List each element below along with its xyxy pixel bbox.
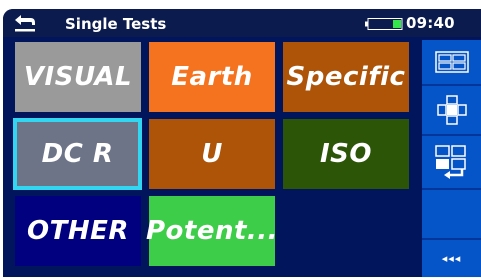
- tile-label: Potent...: [145, 216, 279, 246]
- tile-potential[interactable]: Potent...: [145, 196, 279, 266]
- cross-select-icon: [436, 95, 467, 125]
- tile-u[interactable]: U: [149, 119, 275, 189]
- tile-label: U: [201, 139, 223, 169]
- more-button[interactable]: ◂◂◂: [422, 240, 481, 277]
- more-icon: ◂◂◂: [441, 252, 462, 265]
- tile-label: ISO: [319, 139, 372, 169]
- cross-select-button[interactable]: [422, 86, 481, 134]
- side-panel: ◂◂◂: [422, 40, 481, 277]
- tile-label: DC R: [41, 139, 114, 169]
- tile-visual[interactable]: VISUAL: [15, 42, 141, 112]
- tile-iso[interactable]: ISO: [283, 119, 409, 189]
- back-arrow-icon[interactable]: [13, 13, 37, 33]
- header-bar: Single Tests 09:40: [3, 9, 481, 37]
- divider: [422, 188, 481, 190]
- swap-view-icon: [434, 145, 466, 179]
- tile-label: OTHER: [27, 216, 129, 246]
- device-frame: Single Tests 09:40 VISUAL Earth Specific…: [0, 0, 481, 278]
- tile-earth[interactable]: Earth: [149, 42, 275, 112]
- tile-label: Earth: [171, 62, 253, 92]
- screen: Single Tests 09:40 VISUAL Earth Specific…: [3, 9, 481, 277]
- tile-label: Specific: [286, 62, 406, 92]
- tile-dc-r[interactable]: DC R: [13, 118, 142, 190]
- tile-label: VISUAL: [23, 62, 133, 92]
- grid-view-button[interactable]: [422, 40, 481, 84]
- grid-view-icon: [434, 51, 469, 73]
- tile-other[interactable]: OTHER: [15, 196, 141, 266]
- battery-icon: [365, 18, 403, 30]
- swap-view-button[interactable]: [422, 136, 481, 188]
- page-title: Single Tests: [65, 15, 167, 33]
- tile-specific[interactable]: Specific: [283, 42, 409, 112]
- clock: 09:40: [406, 14, 455, 32]
